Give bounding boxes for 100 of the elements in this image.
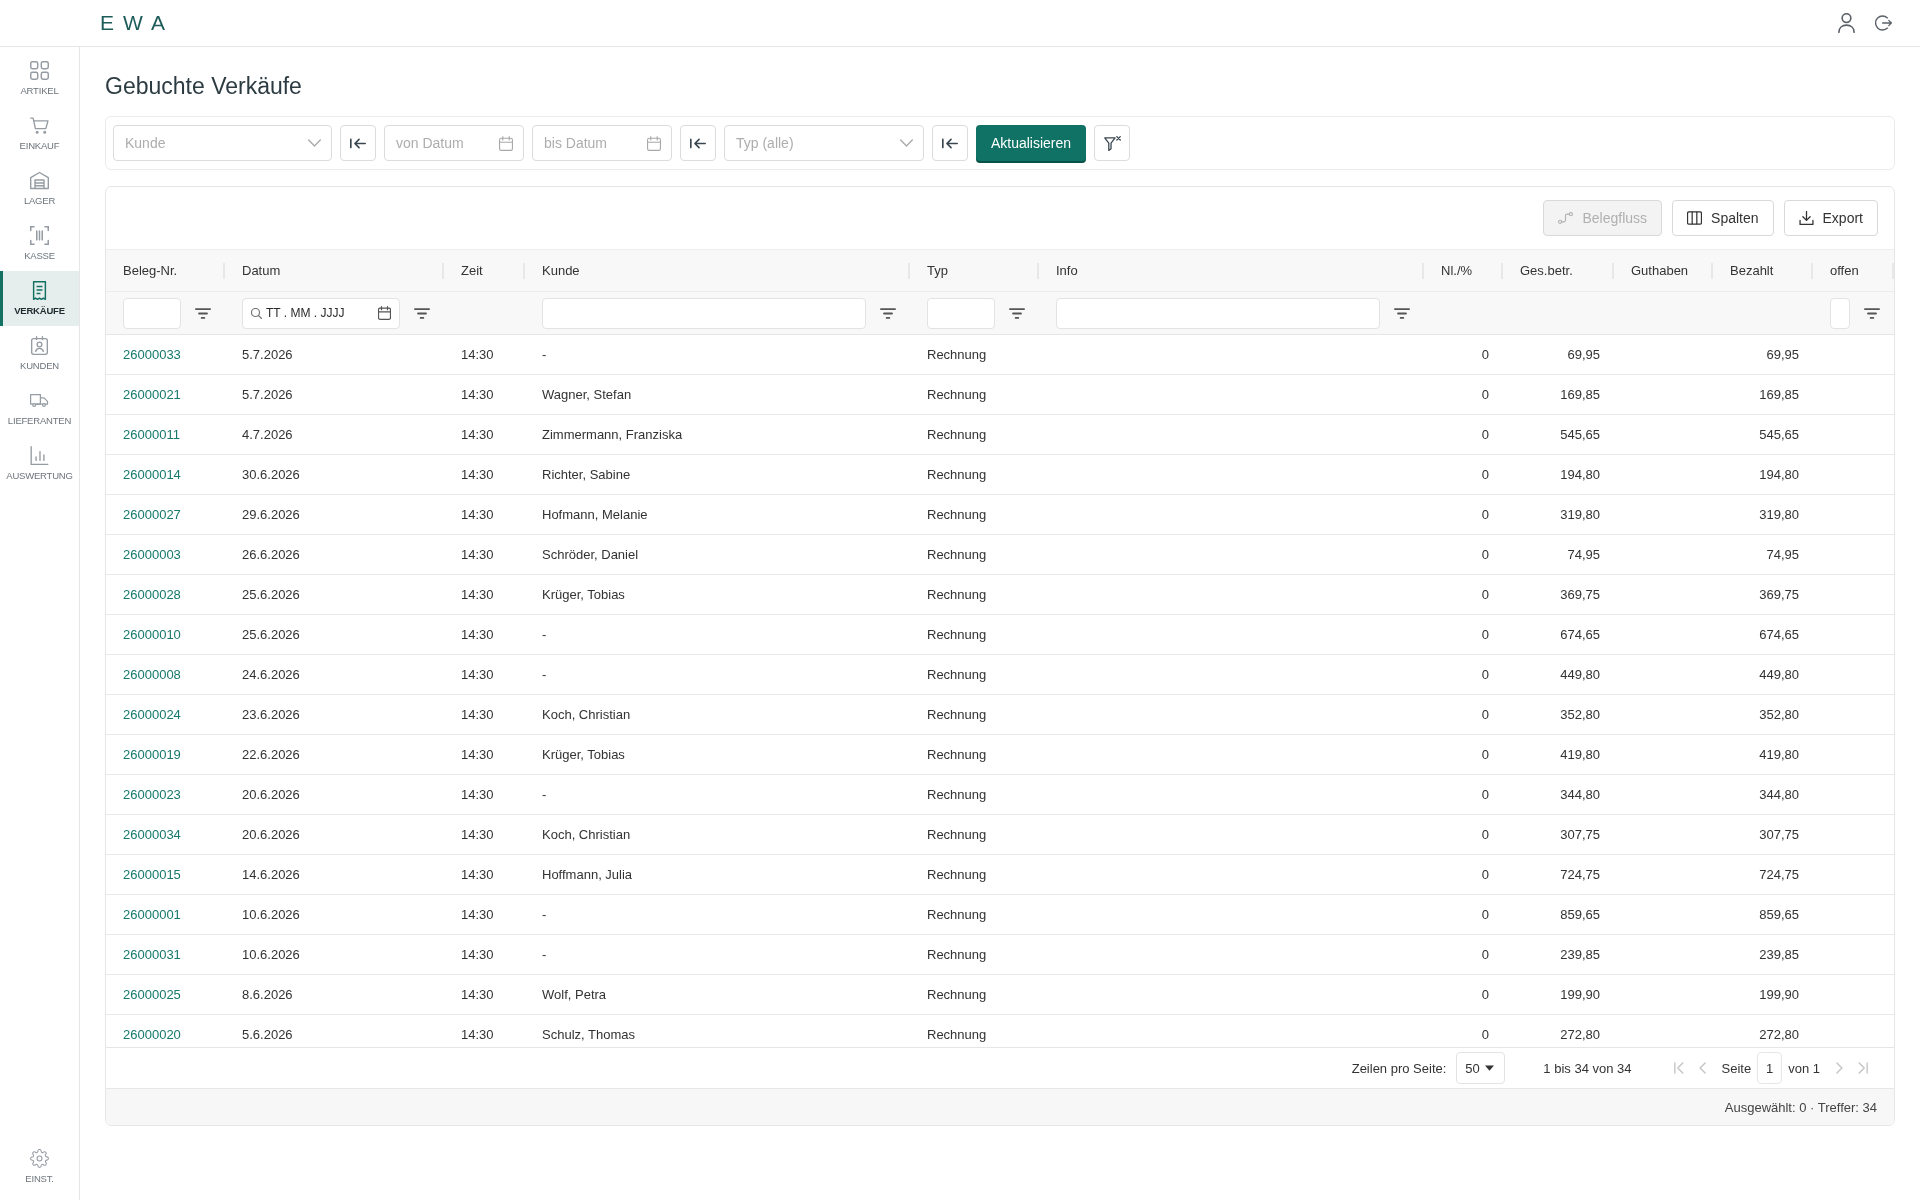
table-cell: Rechnung (927, 907, 987, 922)
column-header[interactable]: Kunde (542, 263, 580, 278)
document-number-link[interactable]: 26000025 (123, 987, 181, 1002)
document-number-link[interactable]: 26000021 (123, 387, 181, 402)
filter-icon[interactable] (880, 307, 896, 319)
table-cell: 352,80 (1759, 707, 1799, 722)
table-cell: 0 (1481, 827, 1489, 842)
refresh-button[interactable]: Aktualisieren (976, 125, 1086, 161)
column-header[interactable]: Ges.betr. (1520, 263, 1573, 278)
table-cell: Koch, Christian (542, 707, 631, 722)
table-cell: 272,80 (1560, 1027, 1600, 1042)
date-field[interactable]: bis Datum (532, 125, 672, 161)
document-number-link[interactable]: 26000031 (123, 947, 181, 962)
filter-icon[interactable] (414, 307, 430, 319)
search-icon (251, 307, 262, 319)
date-field[interactable]: von Datum (384, 125, 524, 161)
filter-input[interactable] (123, 297, 181, 329)
column-header[interactable]: Zeit (461, 263, 483, 278)
table-cell: - (542, 627, 547, 642)
arrow-to-line-icon (350, 137, 366, 149)
document-number-link[interactable]: 26000024 (123, 707, 181, 722)
table-cell: Rechnung (927, 987, 987, 1002)
reset-button[interactable] (680, 125, 716, 161)
table-cell: 674,65 (1560, 627, 1600, 642)
table-cell: - (542, 907, 547, 922)
column-header[interactable]: Guthaben (1631, 263, 1689, 278)
rows-per-page-select[interactable]: 50 (1456, 1052, 1506, 1084)
document-number-link[interactable]: 26000003 (123, 547, 181, 562)
table-cell: 5.6.2026 (242, 1027, 293, 1042)
table-cell: 169,85 (1560, 387, 1600, 402)
reset-button[interactable] (932, 125, 968, 161)
table-cell: 20.6.2026 (242, 787, 300, 802)
export-button[interactable]: Export (1783, 200, 1878, 236)
document-number-link[interactable]: 26000015 (123, 867, 181, 882)
table-cell: 0 (1481, 947, 1489, 962)
document-number-link[interactable]: 26000019 (123, 747, 181, 762)
table-cell: 352,80 (1560, 707, 1600, 722)
document-number-link[interactable]: 26000010 (123, 627, 181, 642)
select-field[interactable]: Kunde (113, 125, 332, 161)
scanner-icon (30, 226, 49, 245)
nav-item[interactable]: ARTIKEL (0, 51, 79, 106)
column-header[interactable]: Nl./% (1441, 263, 1473, 278)
columns-button[interactable]: Spalten (1672, 200, 1774, 236)
table-cell: Schröder, Daniel (542, 547, 639, 562)
logout-icon[interactable] (1875, 13, 1892, 33)
user-icon[interactable] (1838, 13, 1855, 33)
column-header[interactable]: Datum (242, 263, 281, 278)
rows-per-page-label: Zeilen pro Seite: (1351, 1060, 1447, 1076)
filter-input[interactable] (1830, 297, 1850, 329)
filter-input[interactable] (542, 297, 866, 329)
table-cell: 22.6.2026 (242, 747, 300, 762)
document-number-link[interactable]: 26000023 (123, 787, 181, 802)
table-cell: 14:30 (461, 947, 494, 962)
nav-item[interactable]: KASSE (0, 216, 79, 271)
document-number-link[interactable]: 26000028 (123, 587, 181, 602)
filter-icon[interactable] (1394, 307, 1410, 319)
filter-input[interactable] (1056, 297, 1380, 329)
document-number-link[interactable]: 26000008 (123, 667, 181, 682)
column-header[interactable]: offen (1830, 263, 1859, 278)
column-header[interactable]: Beleg-Nr. (123, 263, 178, 278)
table-cell: 14:30 (461, 667, 494, 682)
nav-item[interactable]: VERKÄUFE (0, 271, 79, 326)
column-header[interactable]: Bezahlt (1730, 263, 1774, 278)
nav-item[interactable]: EINKAUF (0, 106, 79, 161)
filter-icon[interactable] (1864, 307, 1880, 319)
document-number-link[interactable]: 26000034 (123, 827, 181, 842)
nav-item[interactable]: EINST. (0, 1139, 79, 1194)
chevron-down-icon (900, 139, 913, 147)
table-cell: Koch, Christian (542, 827, 631, 842)
nav-item[interactable]: LAGER (0, 161, 79, 216)
column-header[interactable]: Typ (927, 263, 948, 278)
filter-icon[interactable] (1009, 307, 1025, 319)
document-number-link[interactable]: 26000027 (123, 507, 181, 522)
table-cell: 74,95 (1766, 547, 1799, 562)
reset-button[interactable] (340, 125, 376, 161)
document-number-link[interactable]: 26000014 (123, 467, 181, 482)
nav-item[interactable]: AUSWERTUNG (0, 436, 79, 491)
calendar-icon (378, 305, 391, 320)
filter-icon[interactable] (195, 307, 211, 319)
table-cell: 0 (1481, 787, 1489, 802)
document-number-link[interactable]: 26000001 (123, 907, 181, 922)
table-cell: Rechnung (927, 347, 987, 362)
document-number-link[interactable]: 26000011 (123, 427, 180, 442)
date-filter-field[interactable]: TT . MM . JJJJ (242, 297, 400, 329)
table-cell: 199,90 (1560, 987, 1600, 1002)
table-cell: 194,80 (1759, 467, 1799, 482)
page-label: Seite (1721, 1060, 1752, 1076)
nav-item[interactable]: LIEFERANTEN (0, 381, 79, 436)
document-number-link[interactable]: 26000033 (123, 347, 181, 362)
select-field[interactable]: Typ (alle) (724, 125, 924, 161)
table-cell: 0 (1481, 507, 1489, 522)
page-input[interactable]: 1 (1757, 1052, 1783, 1084)
clear-filters-button[interactable] (1094, 125, 1130, 161)
document-number-link[interactable]: 26000020 (123, 1027, 181, 1042)
table-cell: Schulz, Thomas (542, 1027, 635, 1042)
table-cell: 449,80 (1759, 667, 1799, 682)
nav-item[interactable]: KUNDEN (0, 326, 79, 381)
column-header[interactable]: Info (1056, 263, 1078, 278)
filter-input[interactable] (927, 297, 995, 329)
arrow-to-line-icon (690, 137, 706, 149)
